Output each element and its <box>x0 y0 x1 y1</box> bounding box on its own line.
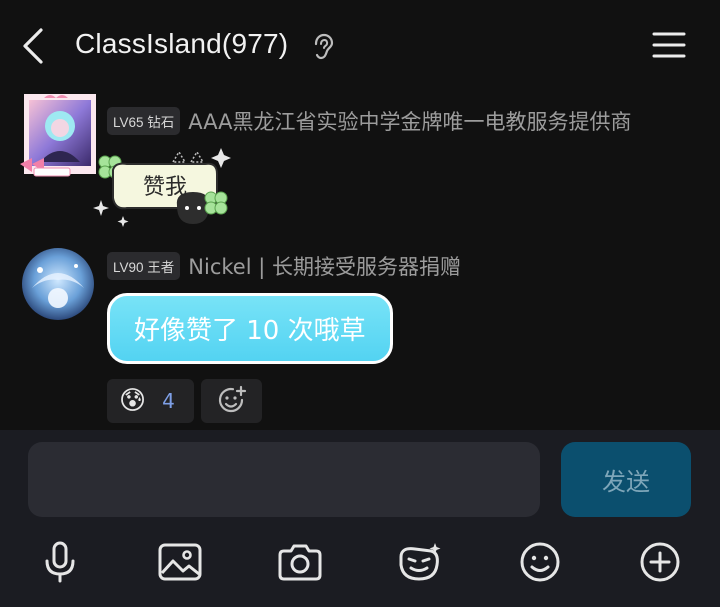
reaction-chip[interactable]: 😰 4 <box>107 379 194 423</box>
image-button[interactable] <box>156 538 204 586</box>
hamburger-menu-icon <box>652 32 686 58</box>
microphone-icon <box>45 541 75 583</box>
microphone-button[interactable] <box>36 538 84 586</box>
emoji-button[interactable] <box>516 538 564 586</box>
sticker-message[interactable]: 赞我 <box>93 140 243 232</box>
anxious-face-emoji: 😰 <box>119 386 147 416</box>
level-badge: LV65 钻石 <box>107 107 181 135</box>
avatar[interactable] <box>20 92 100 180</box>
ear-icon[interactable] <box>312 33 334 61</box>
message-bubble[interactable]: 好像赞了 10 次哦草 <box>107 293 393 364</box>
menu-button[interactable] <box>652 30 686 60</box>
back-button[interactable] <box>22 24 54 68</box>
image-icon <box>158 543 202 581</box>
camera-icon <box>278 544 322 581</box>
sender-name[interactable]: AAA黑龙江省实验中学金牌唯一电教服务提供商 <box>188 106 631 136</box>
chat-header: ClassIsland(977) <box>0 0 720 92</box>
add-button[interactable] <box>636 538 684 586</box>
composer: 发送 <box>0 430 720 607</box>
sticker-icon <box>399 543 441 581</box>
chat-title: ClassIsland(977) <box>75 28 289 59</box>
chevron-left-icon <box>23 28 43 64</box>
sticker-button[interactable] <box>396 538 444 586</box>
send-button[interactable]: 发送 <box>561 442 691 517</box>
add-reaction-icon <box>218 385 246 413</box>
add-reaction-button[interactable] <box>201 379 262 423</box>
reaction-count: 4 <box>162 389 175 413</box>
level-badge: LV90 王者 <box>107 252 181 280</box>
avatar[interactable] <box>22 248 94 320</box>
message-input[interactable] <box>28 442 540 517</box>
add-icon <box>640 542 680 582</box>
sticker-text: 赞我 <box>143 175 187 200</box>
message-meta: LV90 王者 Nickel | 长期接受服务器捐赠 <box>107 251 461 281</box>
emoji-icon <box>520 542 560 582</box>
camera-button[interactable] <box>276 538 324 586</box>
sender-name[interactable]: Nickel | 长期接受服务器捐赠 <box>188 251 461 281</box>
message-meta: LV65 钻石 AAA黑龙江省实验中学金牌唯一电教服务提供商 <box>107 106 632 136</box>
